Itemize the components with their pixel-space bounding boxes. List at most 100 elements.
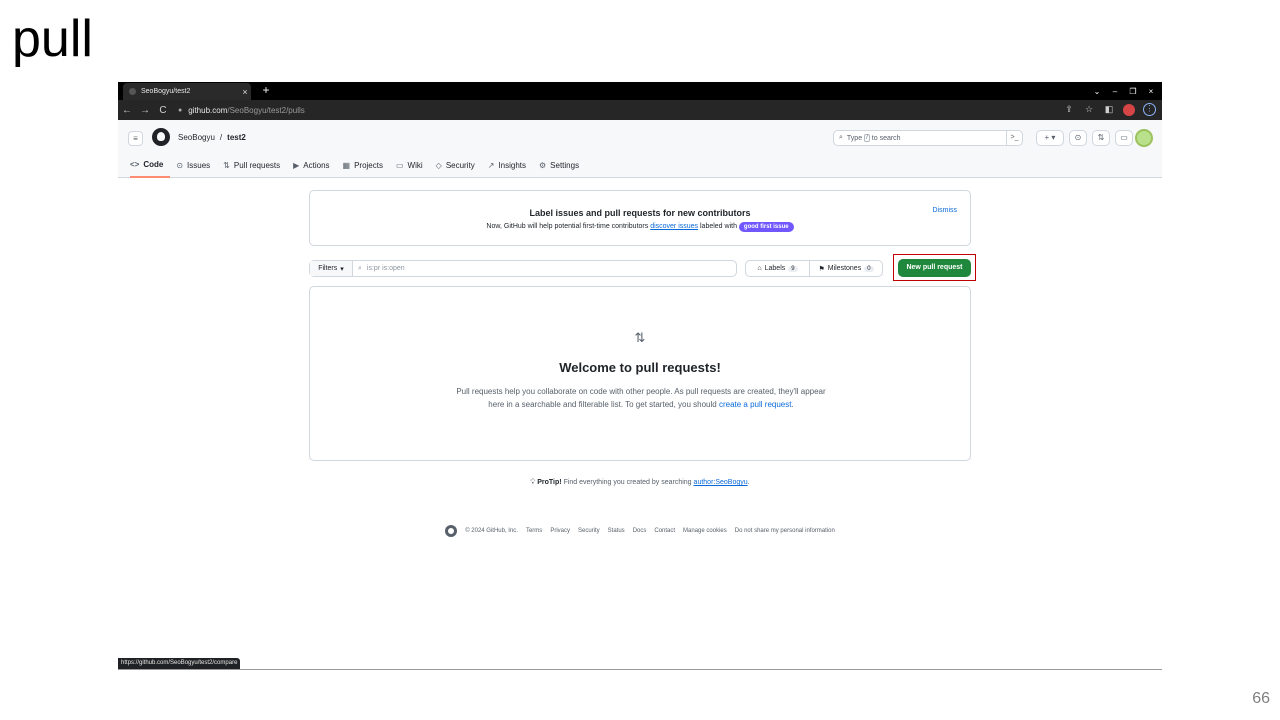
contributors-banner: Label issues and pull requests for new c… — [309, 190, 971, 246]
tab-label: Projects — [354, 160, 383, 170]
code-icon: <> — [130, 159, 140, 169]
back-button[interactable]: ← — [118, 105, 136, 116]
search-input[interactable]: ⌕ Type / to search — [833, 130, 1023, 146]
pull-request-icon: ⇅ — [634, 330, 646, 345]
labels-count: 9 — [788, 265, 798, 272]
url-field[interactable]: ● github.com/SeoBogyu/test2/pulls — [178, 102, 1078, 118]
empty-state-period: . — [791, 400, 794, 409]
user-avatar[interactable] — [1135, 129, 1153, 147]
filters-label: Filters — [318, 265, 338, 272]
github-favicon-icon — [129, 88, 136, 95]
profile-avatar[interactable] — [1123, 103, 1135, 116]
gear-icon: ⚙ — [539, 160, 547, 170]
footer-link-privacy[interactable]: Privacy — [550, 528, 570, 534]
graph-icon: ↗ — [487, 160, 495, 170]
minimize-button[interactable]: – — [1110, 87, 1120, 96]
tab-wiki[interactable]: ▭ Wiki — [396, 158, 430, 178]
close-tab-icon[interactable]: × — [239, 87, 251, 97]
side-panel-icon[interactable]: ◧ — [1103, 104, 1115, 115]
hamburger-menu-icon[interactable]: ≡ — [128, 131, 143, 146]
github-logo-icon[interactable] — [152, 128, 170, 146]
issues-icon[interactable]: ⊙ — [1069, 130, 1087, 146]
page-number: 66 — [1252, 690, 1270, 707]
copyright: © 2024 GitHub, Inc. — [465, 528, 518, 534]
search-placeholder: is:pr is:open — [366, 265, 405, 272]
search-suffix: to search — [871, 134, 901, 142]
milestones-button[interactable]: ⚑ Milestones 0 — [810, 261, 882, 276]
milestones-count: 0 — [864, 265, 874, 272]
forward-button[interactable]: → — [136, 105, 154, 116]
footer-link-terms[interactable]: Terms — [526, 528, 542, 534]
tab-projects[interactable]: ▦ Projects — [343, 158, 390, 178]
browser-menu-icon[interactable]: ⋮ — [1143, 103, 1156, 116]
dismiss-button[interactable]: Dismiss — [933, 207, 958, 214]
tab-bar: SeoBogyu/test2 × + ⌄ – ❐ × — [118, 82, 1162, 100]
search-prefix: Type — [846, 134, 863, 142]
milestones-label: Milestones — [827, 265, 862, 272]
lock-icon: ● — [178, 106, 183, 114]
empty-state: ⇅ Welcome to pull requests! Pull request… — [309, 286, 971, 461]
search-icon: ⌕ — [358, 264, 362, 272]
tab-code[interactable]: <> Code — [130, 158, 171, 178]
close-window-button[interactable]: × — [1146, 87, 1156, 96]
banner-title: Label issues and pull requests for new c… — [529, 208, 751, 218]
share-icon[interactable]: ⇪ — [1063, 104, 1075, 115]
browser-window: SeoBogyu/test2 × + ⌄ – ❐ × ← → C ● githu… — [118, 82, 1162, 670]
labels-label: Labels — [764, 265, 786, 272]
footer-link-contact[interactable]: Contact — [654, 528, 675, 534]
new-pull-request-button[interactable]: New pull request — [898, 259, 971, 277]
protip-period: . — [747, 479, 750, 486]
footer: © 2024 GitHub, Inc. Terms Privacy Securi… — [118, 525, 1162, 537]
discover-issues-link[interactable]: discover issues — [650, 223, 698, 230]
tab-label: Pull requests — [233, 160, 281, 170]
lightbulb-icon: 💡︎ — [530, 479, 536, 486]
banner-text: Now, GitHub will help potential first-ti… — [310, 222, 970, 232]
milestone-icon: ⚑ — [818, 265, 825, 273]
footer-link-status[interactable]: Status — [608, 528, 625, 534]
url-path: /SeoBogyu/test2/pulls — [227, 105, 305, 115]
empty-state-title: Welcome to pull requests! — [559, 360, 721, 375]
reload-button[interactable]: C — [154, 105, 172, 116]
tab-label: Insights — [498, 160, 526, 170]
tab-security[interactable]: ◇ Security — [436, 158, 482, 178]
pull-requests-icon[interactable]: ⇅ — [1092, 130, 1110, 146]
tab-actions[interactable]: ▶ Actions — [293, 158, 336, 178]
tab-issues[interactable]: ⊙ Issues — [176, 158, 217, 178]
github-logo-icon[interactable] — [445, 525, 458, 537]
author-search-link[interactable]: author:SeoBogyu — [694, 479, 748, 486]
footer-link-do-not-share[interactable]: Do not share my personal information — [735, 528, 835, 534]
tab-label: Settings — [550, 160, 580, 170]
filters-dropdown[interactable]: Filters ▾ — [310, 261, 353, 276]
breadcrumb-separator: / — [219, 133, 223, 142]
tab-settings[interactable]: ⚙ Settings — [539, 158, 586, 178]
restore-button[interactable]: ❐ — [1128, 87, 1138, 96]
tab-pull-requests[interactable]: ⇅ Pull requests — [223, 158, 287, 178]
pr-search-input[interactable]: ⌕ is:pr is:open — [353, 261, 736, 276]
command-palette-icon[interactable]: >_ — [1006, 130, 1022, 146]
tab-search-icon[interactable]: ⌄ — [1092, 87, 1102, 96]
footer-link-manage-cookies[interactable]: Manage cookies — [683, 528, 727, 534]
caret-down-icon: ▾ — [340, 265, 344, 273]
repo-owner-link[interactable]: SeoBogyu — [178, 133, 215, 142]
github-header: ≡ SeoBogyu / test2 ⌕ Type / to search >_… — [118, 120, 1162, 178]
bookmark-star-icon[interactable]: ☆ — [1083, 104, 1095, 115]
slide-title: pull — [12, 10, 93, 68]
tab-label: Wiki — [407, 160, 423, 170]
header-actions: + ▾ ⊙ ⇅ ▭ — [1036, 130, 1133, 146]
tab-title: SeoBogyu/test2 — [141, 88, 191, 95]
new-tab-button[interactable]: + — [259, 83, 273, 97]
browser-tab[interactable]: SeoBogyu/test2 × — [123, 83, 251, 100]
slash-key-hint: / — [864, 134, 870, 142]
repo-name-link[interactable]: test2 — [227, 133, 246, 142]
create-pull-request-link[interactable]: create a pull request — [719, 400, 792, 409]
footer-link-docs[interactable]: Docs — [633, 528, 647, 534]
window-controls: ⌄ – ❐ × — [1092, 82, 1156, 100]
create-new-button[interactable]: + ▾ — [1036, 130, 1064, 146]
tab-insights[interactable]: ↗ Insights — [488, 158, 533, 178]
footer-link-security[interactable]: Security — [578, 528, 600, 534]
labels-button[interactable]: ⌂ Labels 9 — [746, 261, 810, 276]
inbox-icon[interactable]: ▭ — [1115, 130, 1133, 146]
repo-nav: <> Code ⊙ Issues ⇅ Pull requests ▶ Actio… — [130, 158, 592, 178]
labels-milestones: ⌂ Labels 9 ⚑ Milestones 0 — [745, 260, 883, 277]
slide: pull SeoBogyu/test2 × + ⌄ – ❐ × ← → C ● … — [0, 0, 1280, 720]
